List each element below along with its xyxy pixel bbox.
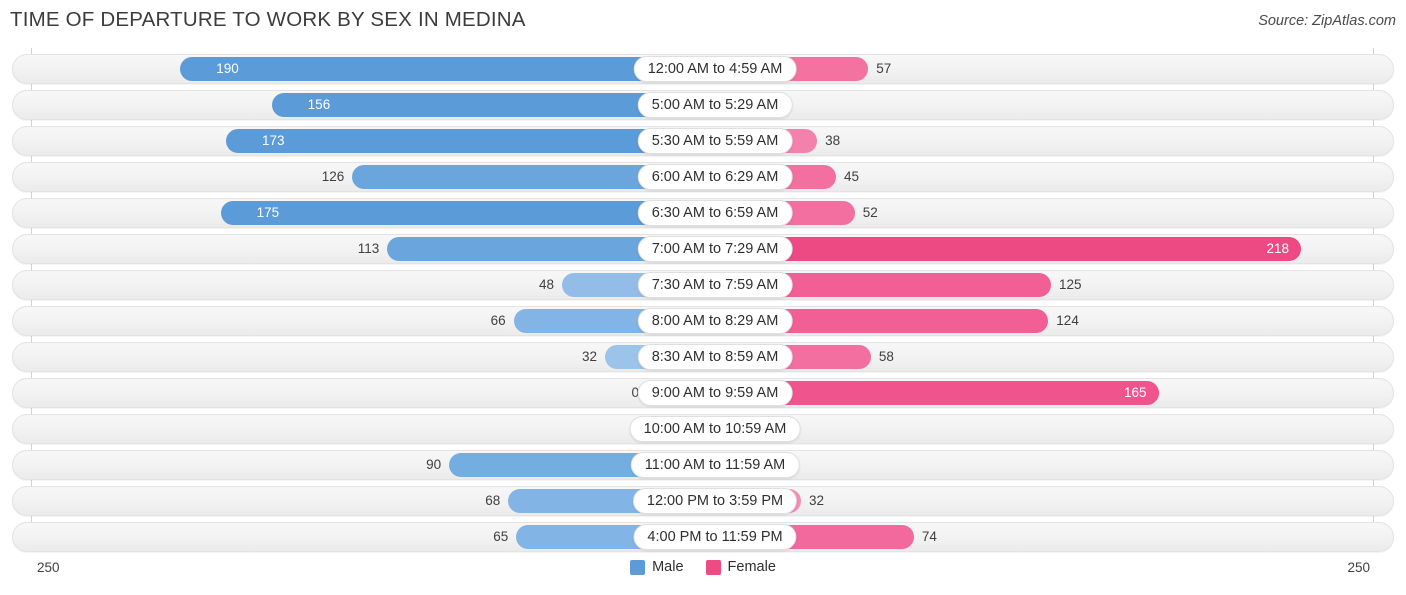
female-value-label: 165 <box>1124 385 1147 400</box>
female-value-label: 45 <box>843 169 859 184</box>
table-row[interactable]: 0 165 9:00 AM to 9:59 AM <box>12 378 1394 408</box>
table-row[interactable]: 15605:00 AM to 5:29 AM <box>12 90 1394 120</box>
female-value-label: 124 <box>1056 313 1079 328</box>
male-bar[interactable] <box>180 57 691 81</box>
table-row[interactable]: 68 32 12:00 PM to 3:59 PM <box>12 486 1394 516</box>
female-value-label: 52 <box>862 205 878 220</box>
female-value-label: 218 <box>1266 241 1289 256</box>
table-row[interactable]: 65 74 4:00 PM to 11:59 PM <box>12 522 1394 552</box>
table-row[interactable]: 48 125 7:30 AM to 7:59 AM <box>12 270 1394 300</box>
category-label-pill: 6:00 AM to 6:29 AM <box>637 164 793 190</box>
category-label-pill: 12:00 PM to 3:59 PM <box>632 488 798 514</box>
female-value-label: 58 <box>878 349 894 364</box>
male-swatch-icon <box>630 559 646 575</box>
male-value-label: 65 <box>493 529 509 544</box>
table-row[interactable]: 190 57 12:00 AM to 4:59 AM <box>12 54 1394 84</box>
category-label-pill: 7:00 AM to 7:29 AM <box>637 236 793 262</box>
category-label-pill: 10:00 AM to 10:59 AM <box>629 416 801 442</box>
table-row[interactable]: 32 58 8:30 AM to 8:59 AM <box>12 342 1394 372</box>
male-value-label: 156 <box>307 97 331 112</box>
category-label-pill: 8:00 AM to 8:29 AM <box>637 308 793 334</box>
female-value-label: 57 <box>876 61 892 76</box>
male-value-label: 173 <box>261 133 285 148</box>
table-row[interactable]: 113 218 7:00 AM to 7:29 AM <box>12 234 1394 264</box>
female-swatch-icon <box>705 559 721 575</box>
category-label-pill: 6:30 AM to 6:59 AM <box>637 200 793 226</box>
page-title: TIME OF DEPARTURE TO WORK BY SEX IN MEDI… <box>10 8 526 31</box>
female-value-label: 32 <box>809 493 825 508</box>
table-row[interactable]: 901011:00 AM to 11:59 AM <box>12 450 1394 480</box>
category-label-pill: 8:30 AM to 8:59 AM <box>637 344 793 370</box>
male-bar[interactable] <box>271 93 691 117</box>
male-value-label: 32 <box>581 349 597 364</box>
male-value-label: 68 <box>485 493 501 508</box>
male-bar[interactable] <box>225 129 691 153</box>
table-row[interactable]: 71110:00 AM to 10:59 AM <box>12 414 1394 444</box>
male-value-label: 190 <box>216 61 239 76</box>
category-label-pill: 9:00 AM to 9:59 AM <box>637 380 793 406</box>
male-value-label: 113 <box>357 241 380 256</box>
legend-item-male[interactable]: Male <box>630 559 684 575</box>
male-value-label: 66 <box>490 313 506 328</box>
category-label-pill: 4:00 PM to 11:59 PM <box>633 524 797 550</box>
source-attribution: Source: ZipAtlas.com <box>1258 13 1396 29</box>
male-value-label: 90 <box>426 457 442 472</box>
legend-label-female: Female <box>727 559 776 575</box>
male-value-label: 126 <box>321 169 345 184</box>
female-bar[interactable] <box>715 237 1301 261</box>
female-value-label: 125 <box>1059 277 1082 292</box>
legend-item-female[interactable]: Female <box>705 559 776 575</box>
male-bar[interactable] <box>220 201 691 225</box>
female-value-label: 74 <box>921 529 937 544</box>
chart-legend: Male Female <box>0 559 1406 575</box>
category-label-pill: 11:00 AM to 11:59 AM <box>630 452 800 478</box>
category-label-pill: 7:30 AM to 7:59 AM <box>637 272 793 298</box>
chart-page: TIME OF DEPARTURE TO WORK BY SEX IN MEDI… <box>0 0 1406 595</box>
table-row[interactable]: 175 52 6:30 AM to 6:59 AM <box>12 198 1394 228</box>
table-row[interactable]: 66 124 8:00 AM to 8:29 AM <box>12 306 1394 336</box>
legend-label-male: Male <box>652 559 684 575</box>
chart-plot-area: 190 57 12:00 AM to 4:59 AM 15605:00 AM to 5… <box>0 48 1406 552</box>
category-label-pill: 5:30 AM to 5:59 AM <box>637 128 793 154</box>
male-value-label: 175 <box>256 205 280 220</box>
table-row[interactable]: 173 38 5:30 AM to 5:59 AM <box>12 126 1394 156</box>
category-label-pill: 5:00 AM to 5:29 AM <box>637 92 793 118</box>
male-value-label: 48 <box>538 277 554 292</box>
category-label-pill: 12:00 AM to 4:59 AM <box>633 56 797 82</box>
female-value-label: 38 <box>825 133 841 148</box>
table-row[interactable]: 126 45 6:00 AM to 6:29 AM <box>12 162 1394 192</box>
